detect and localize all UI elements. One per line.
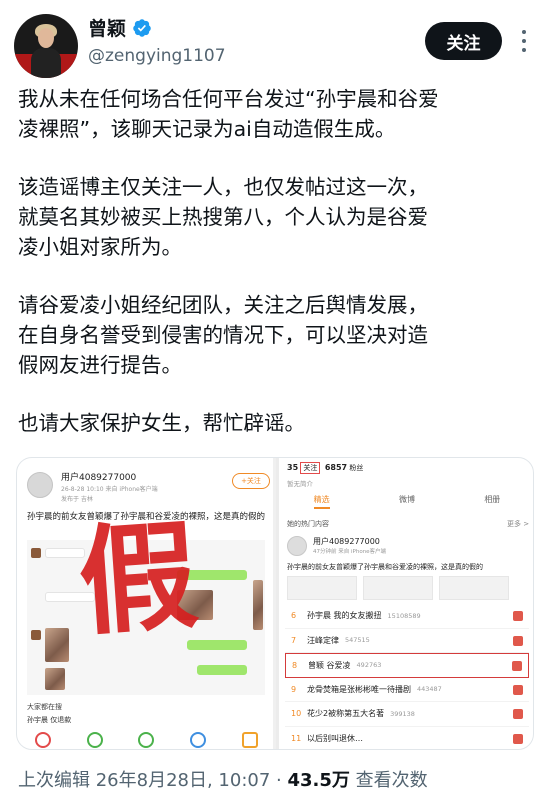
qq-icon: [190, 731, 207, 748]
post-avatar: [287, 536, 307, 556]
hot-search-item: 11 以后别叫退休…: [285, 727, 529, 750]
hot-tag-icon: [513, 709, 523, 719]
hot-count: 492763: [356, 661, 382, 670]
wechat-icon: [86, 731, 103, 748]
author-display-name[interactable]: 曾颖: [88, 14, 126, 41]
tweet-text: 我从未在任何场合任何平台发过“孙宇晨和谷爱 凌裸照”，该聊天记录为ai自动造假生…: [18, 84, 533, 466]
hot-tag-icon: [513, 611, 523, 621]
tweet-media-image[interactable]: 用户4089277000 26-8-28 10:10 来自 iPhone客户端 …: [16, 457, 534, 750]
post-meta: 47分钟前 来自 iPhone客户端: [313, 549, 387, 555]
tweet-paragraph: 该造谣博主仅关注一人，也仅发帖过这一次， 就莫名其妙被买上热搜第八，个人认为是谷…: [18, 175, 428, 259]
dot: [522, 48, 526, 52]
hot-count: 443487: [417, 685, 442, 694]
weibo-icon: [34, 731, 51, 748]
rank: 11: [291, 733, 302, 743]
rank: 6: [291, 611, 297, 621]
post-username: 用户4089277000: [313, 537, 380, 546]
following-count: 35: [287, 463, 299, 472]
follow-button[interactable]: 关注: [425, 22, 502, 60]
hot-title: 龙骨焚箱是张彬彬唯一待播剧: [307, 684, 411, 694]
hot-tag-icon: [513, 684, 523, 695]
trending-caption: 大家都在搜: [27, 703, 62, 711]
post-location: 发布于 吉林: [61, 496, 93, 503]
post-meta: 26-8-28 10:10 来自 iPhone客户端: [61, 486, 158, 493]
tweet-footer: 上次编辑 26年8月28日, 10:07 · 43.5万 查看次数: [18, 766, 428, 792]
hot-title: 孙宇晨 我的女友搬扭: [307, 611, 382, 621]
post-action-bar: [17, 728, 276, 749]
rank: 10: [291, 709, 302, 719]
profile-stats: 35 关注 6857 粉丝: [287, 462, 363, 474]
post-text: 孙宇晨的前女友曾颖爆了孙宇晨和谷爱凌的裸照，这是真的假的: [287, 563, 483, 571]
hot-search-item: 9 龙骨焚箱是张彬彬唯一待播剧 443487: [285, 678, 529, 702]
media-panel-fake-post: 用户4089277000 26-8-28 10:10 来自 iPhone客户端 …: [17, 458, 276, 749]
edited-timestamp[interactable]: 上次编辑 26年8月28日, 10:07 ·: [18, 770, 287, 791]
hot-search-list: 6 孙宇晨 我的女友搬扭 15108589 7 汪峰定律 547515 8 曾颖…: [285, 604, 529, 750]
dot: [522, 39, 526, 43]
tweet-paragraph: 请谷爱凌小姐经纪团队，关注之后舆情发展， 在自身名誉受到侵害的情况下，可以坚决对…: [18, 293, 428, 377]
author-handle[interactable]: @zengying1107: [88, 46, 226, 66]
fake-stamp: 假: [74, 505, 202, 652]
blurred-photo: [45, 668, 65, 690]
post-username: 用户4089277000: [61, 473, 137, 483]
avatar-face: [38, 28, 54, 48]
fans-count: 6857: [324, 463, 348, 472]
post-follow-button: +关注: [232, 473, 270, 489]
dot: [522, 30, 526, 34]
post-thumbnail: [287, 576, 357, 600]
tab-album: 相册: [484, 495, 501, 504]
hot-count: 399138: [390, 709, 415, 718]
author-name-row[interactable]: 曾颖: [88, 14, 152, 41]
following-label: 关注: [300, 462, 321, 474]
tab-featured: 精选: [313, 494, 330, 509]
fans-label: 粉丝: [349, 464, 364, 472]
post-thumbnail: [363, 576, 433, 600]
hot-count: 547515: [345, 636, 370, 645]
hot-search-item: 6 孙宇晨 我的女友搬扭 15108589: [285, 604, 529, 629]
views-label: 查看次数: [349, 770, 428, 791]
more-vertical-icon[interactable]: [514, 30, 534, 52]
rank: 9: [291, 684, 297, 694]
tab-weibo: 微博: [398, 495, 415, 504]
chat-bubble: [197, 665, 247, 675]
chat-avatar: [31, 548, 41, 558]
blurred-photo: [45, 628, 69, 662]
profile-tabs: 精选 微博 相册: [279, 494, 533, 509]
hot-tag-icon: [512, 661, 522, 671]
post-thumbnail: [439, 576, 509, 600]
media-panel-profile: 35 关注 6857 粉丝 暂无简介 精选 微博 相册 她的热门内容 更多 > …: [279, 458, 533, 750]
moments-icon: [138, 731, 155, 748]
save-icon: [242, 731, 259, 748]
hot-tag-icon: [513, 635, 523, 646]
tweet-paragraph: 我从未在任何场合任何平台发过“孙宇晨和谷爱 凌裸照”，该聊天记录为ai自动造假生…: [18, 87, 439, 141]
trending-subcaption: 孙宇晨 仅退款: [27, 716, 72, 724]
hot-search-item: 7 汪峰定律 547515: [285, 629, 529, 653]
hot-count: 15108589: [387, 611, 421, 620]
hot-tag-icon: [513, 733, 523, 744]
hot-title: 曾颖 谷爱凌: [308, 660, 351, 670]
post-avatar: [27, 472, 53, 498]
chat-avatar: [31, 630, 41, 640]
views-count: 43.5万: [287, 770, 350, 791]
author-avatar[interactable]: [14, 14, 78, 78]
tweet-paragraph: 也请大家保护女生，帮忙辟谣。: [18, 411, 305, 435]
hot-title: 以后别叫退休…: [307, 733, 363, 743]
rank: 8: [292, 660, 298, 670]
rank: 7: [291, 635, 297, 645]
more-link: 更多 >: [507, 520, 530, 528]
avatar-figure: [31, 48, 61, 78]
verified-badge-icon: [133, 18, 151, 37]
hot-title: 花少2被称第五大名著: [307, 709, 385, 719]
hot-search-item: 10 花少2被称第五大名著 399138: [285, 702, 529, 727]
tweet-header: 曾颖 @zengying1107 关注: [0, 0, 549, 80]
profile-bio: 暂无简介: [287, 480, 313, 488]
hot-search-item-highlighted: 8 曾颖 谷爱凌 492763: [285, 653, 529, 678]
blurred-photo: [253, 580, 263, 630]
hot-content-heading: 她的热门内容: [287, 520, 329, 528]
hot-title: 汪峰定律: [307, 635, 339, 645]
